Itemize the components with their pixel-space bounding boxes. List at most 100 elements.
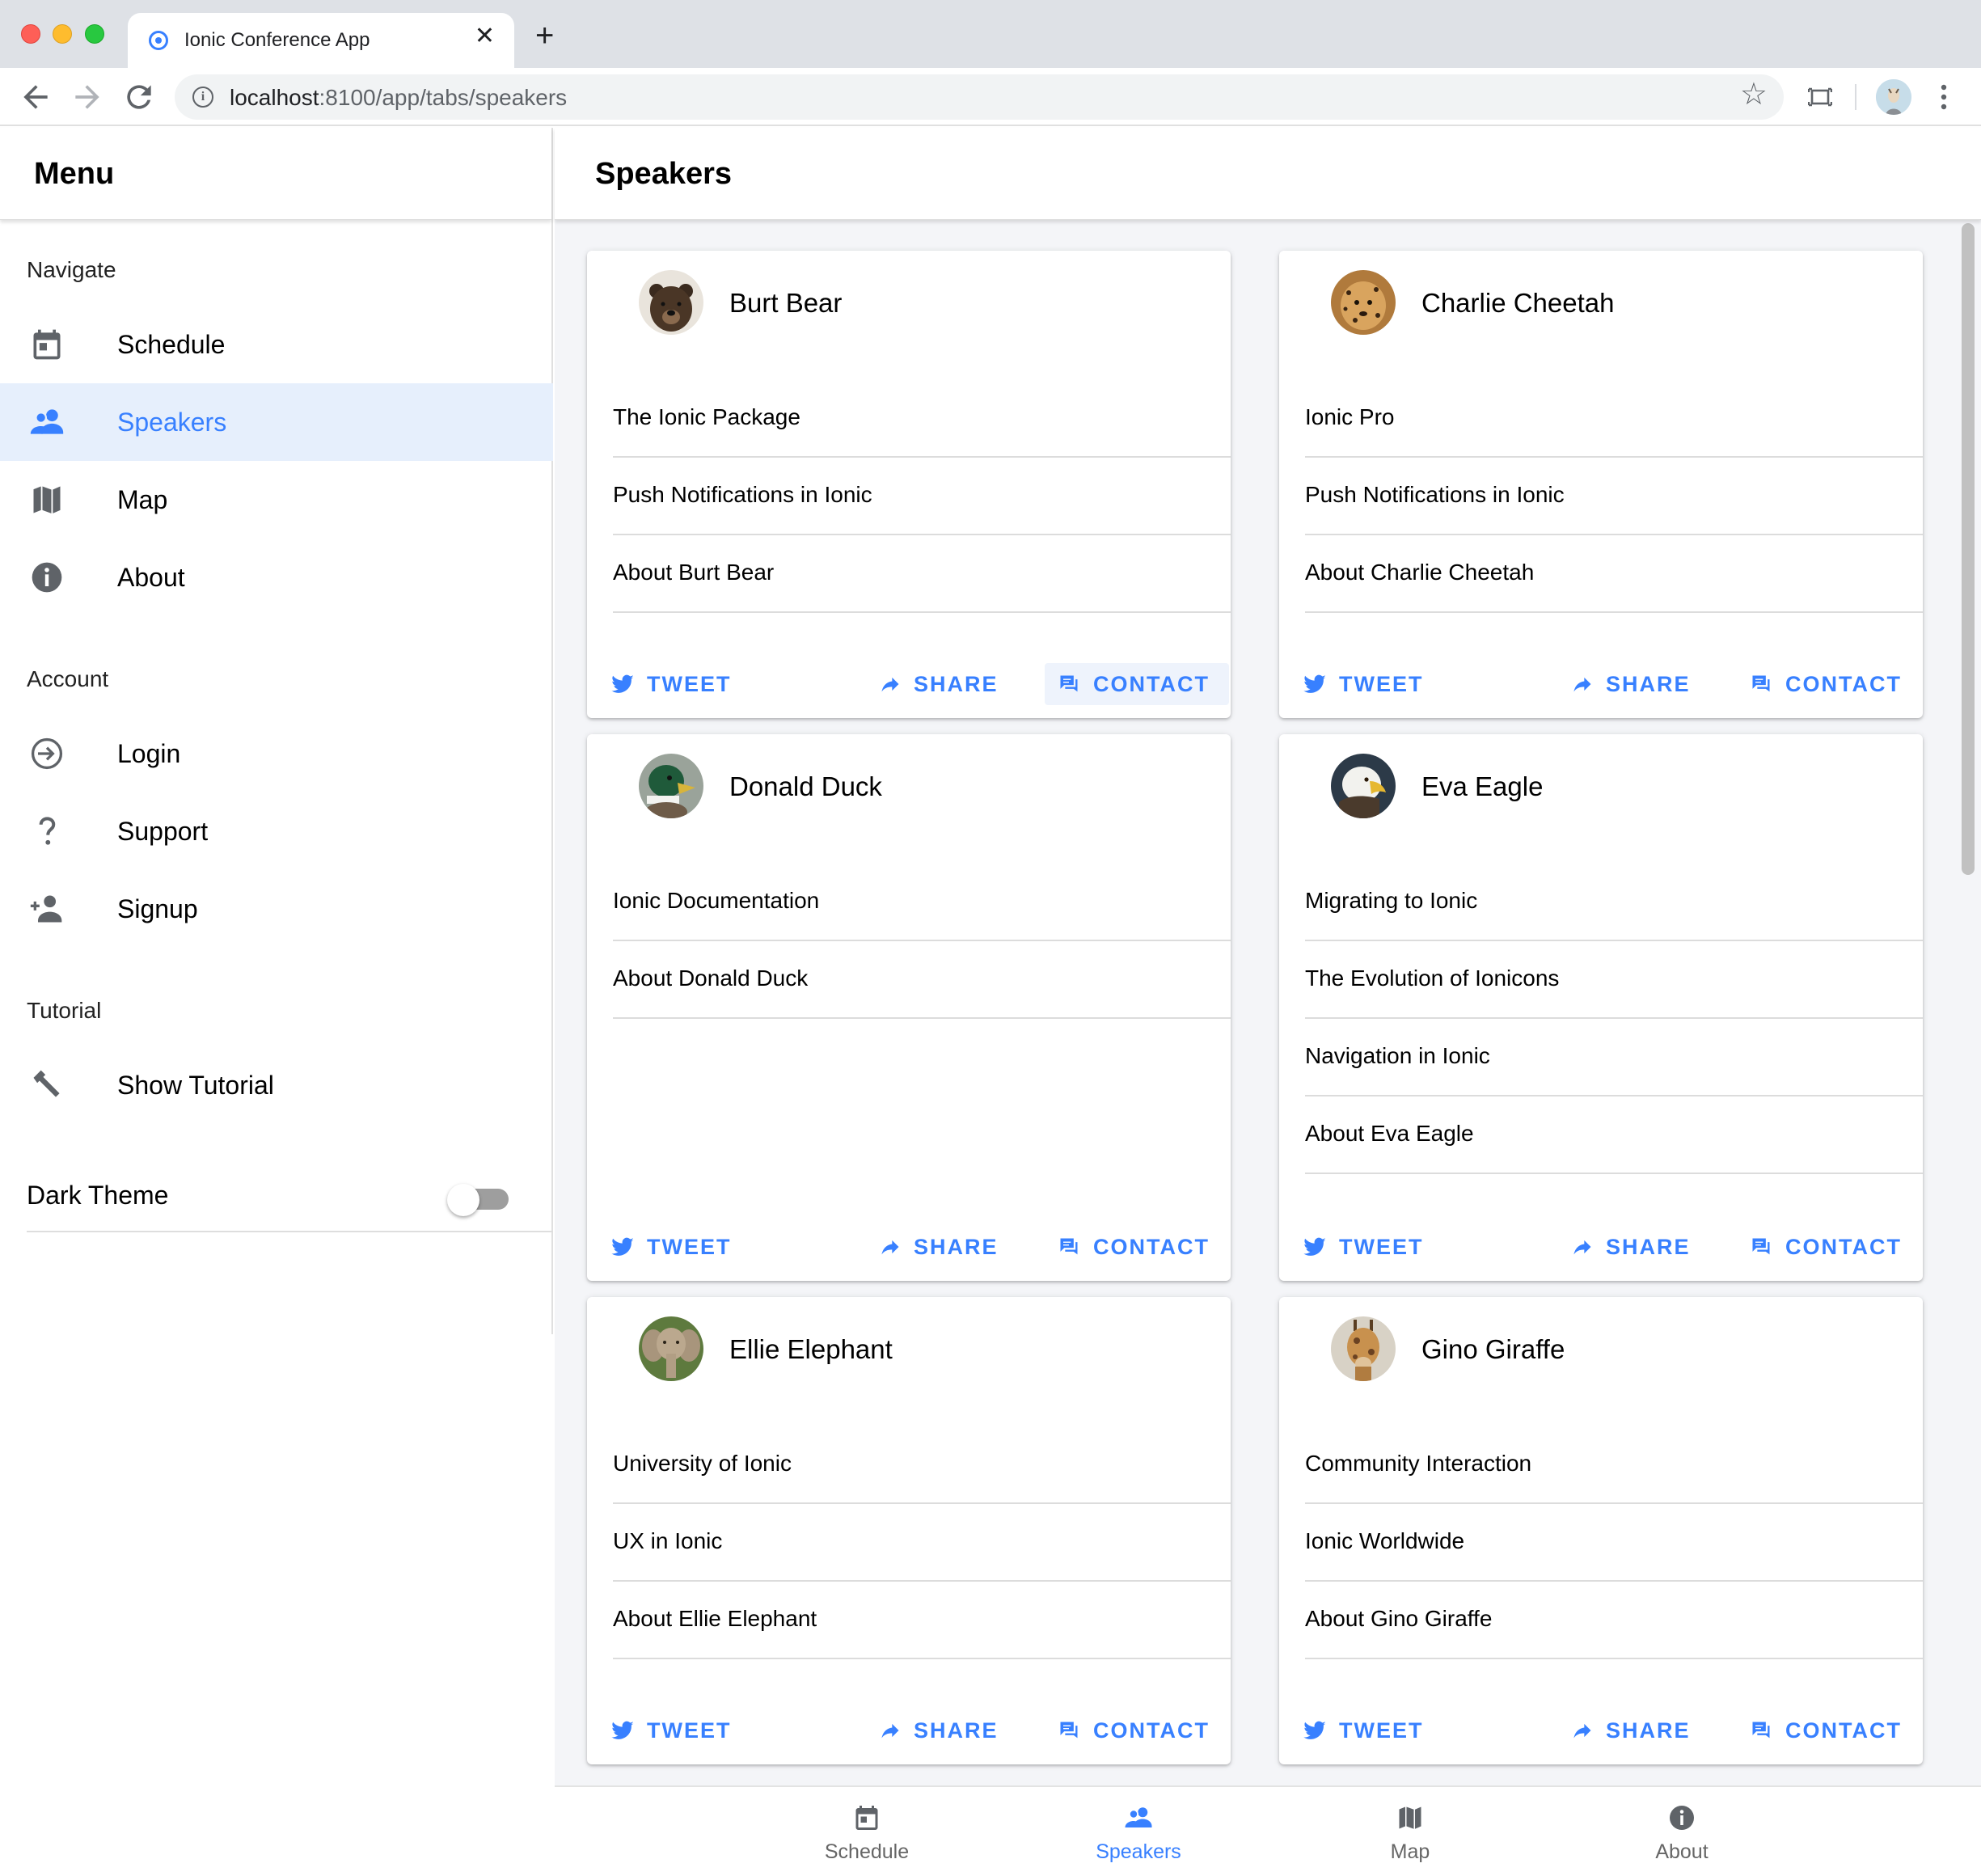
menu-item-about[interactable]: About (0, 539, 553, 616)
contact-button[interactable]: CONTACT (1045, 1226, 1229, 1268)
speaker-name[interactable]: Charlie Cheetah (1421, 288, 1614, 319)
reload-icon[interactable] (121, 79, 157, 115)
card-actions: TWEET SHARE CONTACT (1279, 1210, 1923, 1281)
speaker-name[interactable]: Donald Duck (729, 771, 882, 802)
twitter-icon (611, 1237, 634, 1256)
minimize-window-button[interactable] (53, 24, 72, 44)
talk-item[interactable]: UX in Ionic (613, 1504, 1231, 1582)
share-button[interactable]: SHARE (1570, 1226, 1691, 1268)
address-bar[interactable]: i localhost:8100/app/tabs/speakers ☆ (175, 74, 1784, 120)
side-menu: Menu Navigate Schedule Speakers Map Abou… (0, 128, 553, 1334)
url-text[interactable]: localhost:8100/app/tabs/speakers (230, 85, 567, 111)
tweet-button[interactable]: TWEET (610, 1226, 732, 1268)
twitter-icon (1303, 1237, 1326, 1256)
talk-item[interactable]: About Eva Eagle (1305, 1096, 1923, 1174)
new-tab-button[interactable]: + (535, 19, 554, 52)
menu-item-show-tutorial[interactable]: Show Tutorial (0, 1046, 553, 1124)
menu-item-signup[interactable]: Signup (0, 870, 553, 948)
share-button[interactable]: SHARE (878, 1709, 999, 1751)
contact-button[interactable]: CONTACT (1737, 663, 1921, 705)
talk-item[interactable]: About Donald Duck (613, 941, 1231, 1019)
speaker-avatar[interactable] (1331, 754, 1396, 818)
card-actions: TWEET SHARE CONTACT (587, 647, 1231, 718)
card-actions: TWEET SHARE CONTACT (1279, 1693, 1923, 1764)
speaker-avatar[interactable] (1331, 1316, 1396, 1381)
contact-button[interactable]: CONTACT (1045, 663, 1229, 705)
tab-schedule[interactable]: Schedule (731, 1787, 1003, 1876)
speaker-list: Burt Bear The Ionic Package Push Notific… (555, 220, 1981, 1785)
close-window-button[interactable] (21, 24, 40, 44)
menu-item-map[interactable]: Map (0, 461, 553, 539)
dark-theme-toggle-knob[interactable] (447, 1184, 479, 1216)
menu-item-login[interactable]: Login (0, 715, 553, 792)
speaker-name[interactable]: Eva Eagle (1421, 771, 1543, 802)
tweet-button[interactable]: TWEET (1302, 1226, 1424, 1268)
content-scrollbar[interactable] (1962, 223, 1975, 875)
browser-toolbar: i localhost:8100/app/tabs/speakers ☆ (0, 68, 1981, 126)
speaker-name[interactable]: Ellie Elephant (729, 1334, 893, 1365)
menu-item-schedule[interactable]: Schedule (0, 306, 553, 383)
share-button[interactable]: SHARE (878, 1226, 999, 1268)
talk-item[interactable]: Ionic Pro (1305, 380, 1923, 458)
screen-capture-icon[interactable] (1808, 86, 1832, 108)
twitter-icon (611, 1721, 634, 1739)
speaker-avatar[interactable] (639, 1316, 703, 1381)
talk-item[interactable]: University of Ionic (613, 1426, 1231, 1504)
talk-item[interactable]: The Ionic Package (613, 380, 1231, 458)
talk-item[interactable]: Navigation in Ionic (1305, 1019, 1923, 1096)
talk-item[interactable]: About Charlie Cheetah (1305, 535, 1923, 613)
tweet-label: TWEET (1339, 1718, 1424, 1743)
site-info-icon[interactable]: i (192, 87, 213, 108)
speaker-card: Charlie Cheetah Ionic Pro Push Notificat… (1279, 251, 1923, 718)
tab-map[interactable]: Map (1274, 1787, 1546, 1876)
tweet-button[interactable]: TWEET (610, 663, 732, 705)
talk-item[interactable]: Migrating to Ionic (1305, 864, 1923, 941)
talk-item[interactable]: Community Interaction (1305, 1426, 1923, 1504)
speaker-avatar[interactable] (639, 270, 703, 335)
browser-menu-icon[interactable] (1937, 82, 1950, 112)
url-path: :8100/app/tabs/speakers (319, 85, 568, 110)
browser-tab[interactable]: Ionic Conference App ✕ (128, 13, 514, 68)
card-actions: TWEET SHARE CONTACT (587, 1693, 1231, 1764)
back-arrow-icon[interactable] (18, 79, 53, 115)
talk-item[interactable]: Push Notifications in Ionic (613, 458, 1231, 535)
talk-item[interactable]: About Ellie Elephant (613, 1582, 1231, 1659)
hammer-icon (33, 1070, 60, 1097)
talk-item[interactable]: The Evolution of Ionicons (1305, 941, 1923, 1019)
chat-icon (1752, 1238, 1770, 1255)
profile-avatar[interactable] (1876, 79, 1911, 115)
maximize-window-button[interactable] (85, 24, 104, 44)
contact-button[interactable]: CONTACT (1045, 1709, 1229, 1751)
speaker-name[interactable]: Burt Bear (729, 288, 842, 319)
share-button[interactable]: SHARE (1570, 1709, 1691, 1751)
share-label: SHARE (1606, 1234, 1691, 1259)
talk-item[interactable]: About Burt Bear (613, 535, 1231, 613)
talk-list: Ionic Documentation About Donald Duck (613, 864, 1231, 1019)
contact-button[interactable]: CONTACT (1737, 1226, 1921, 1268)
contact-button[interactable]: CONTACT (1737, 1709, 1921, 1751)
speaker-avatar[interactable] (639, 754, 703, 818)
forward-arrow-icon[interactable] (70, 79, 105, 115)
talk-item[interactable]: Push Notifications in Ionic (1305, 458, 1923, 535)
talk-item[interactable]: Ionic Worldwide (1305, 1504, 1923, 1582)
talk-item[interactable]: Ionic Documentation (613, 864, 1231, 941)
tab-speakers[interactable]: Speakers (1003, 1787, 1274, 1876)
tab-about[interactable]: About (1546, 1787, 1818, 1876)
menu-item-speakers[interactable]: Speakers (0, 383, 553, 461)
map-icon (1399, 1806, 1421, 1829)
speaker-name[interactable]: Gino Giraffe (1421, 1334, 1565, 1365)
talk-item[interactable]: About Gino Giraffe (1305, 1582, 1923, 1659)
share-button[interactable]: SHARE (1570, 663, 1691, 705)
twitter-icon (611, 674, 634, 693)
tweet-button[interactable]: TWEET (610, 1709, 732, 1751)
tweet-button[interactable]: TWEET (1302, 1709, 1424, 1751)
bookmark-star-icon[interactable]: ☆ (1740, 79, 1768, 110)
url-host: localhost (230, 85, 319, 110)
tab-close-icon[interactable]: ✕ (475, 24, 495, 49)
menu-item-support[interactable]: Support (0, 792, 553, 870)
menu-title: Menu (34, 157, 115, 191)
share-button[interactable]: SHARE (878, 663, 999, 705)
speaker-avatar[interactable] (1331, 270, 1396, 335)
tweet-button[interactable]: TWEET (1302, 663, 1424, 705)
menu-item-label: Login (117, 739, 181, 768)
